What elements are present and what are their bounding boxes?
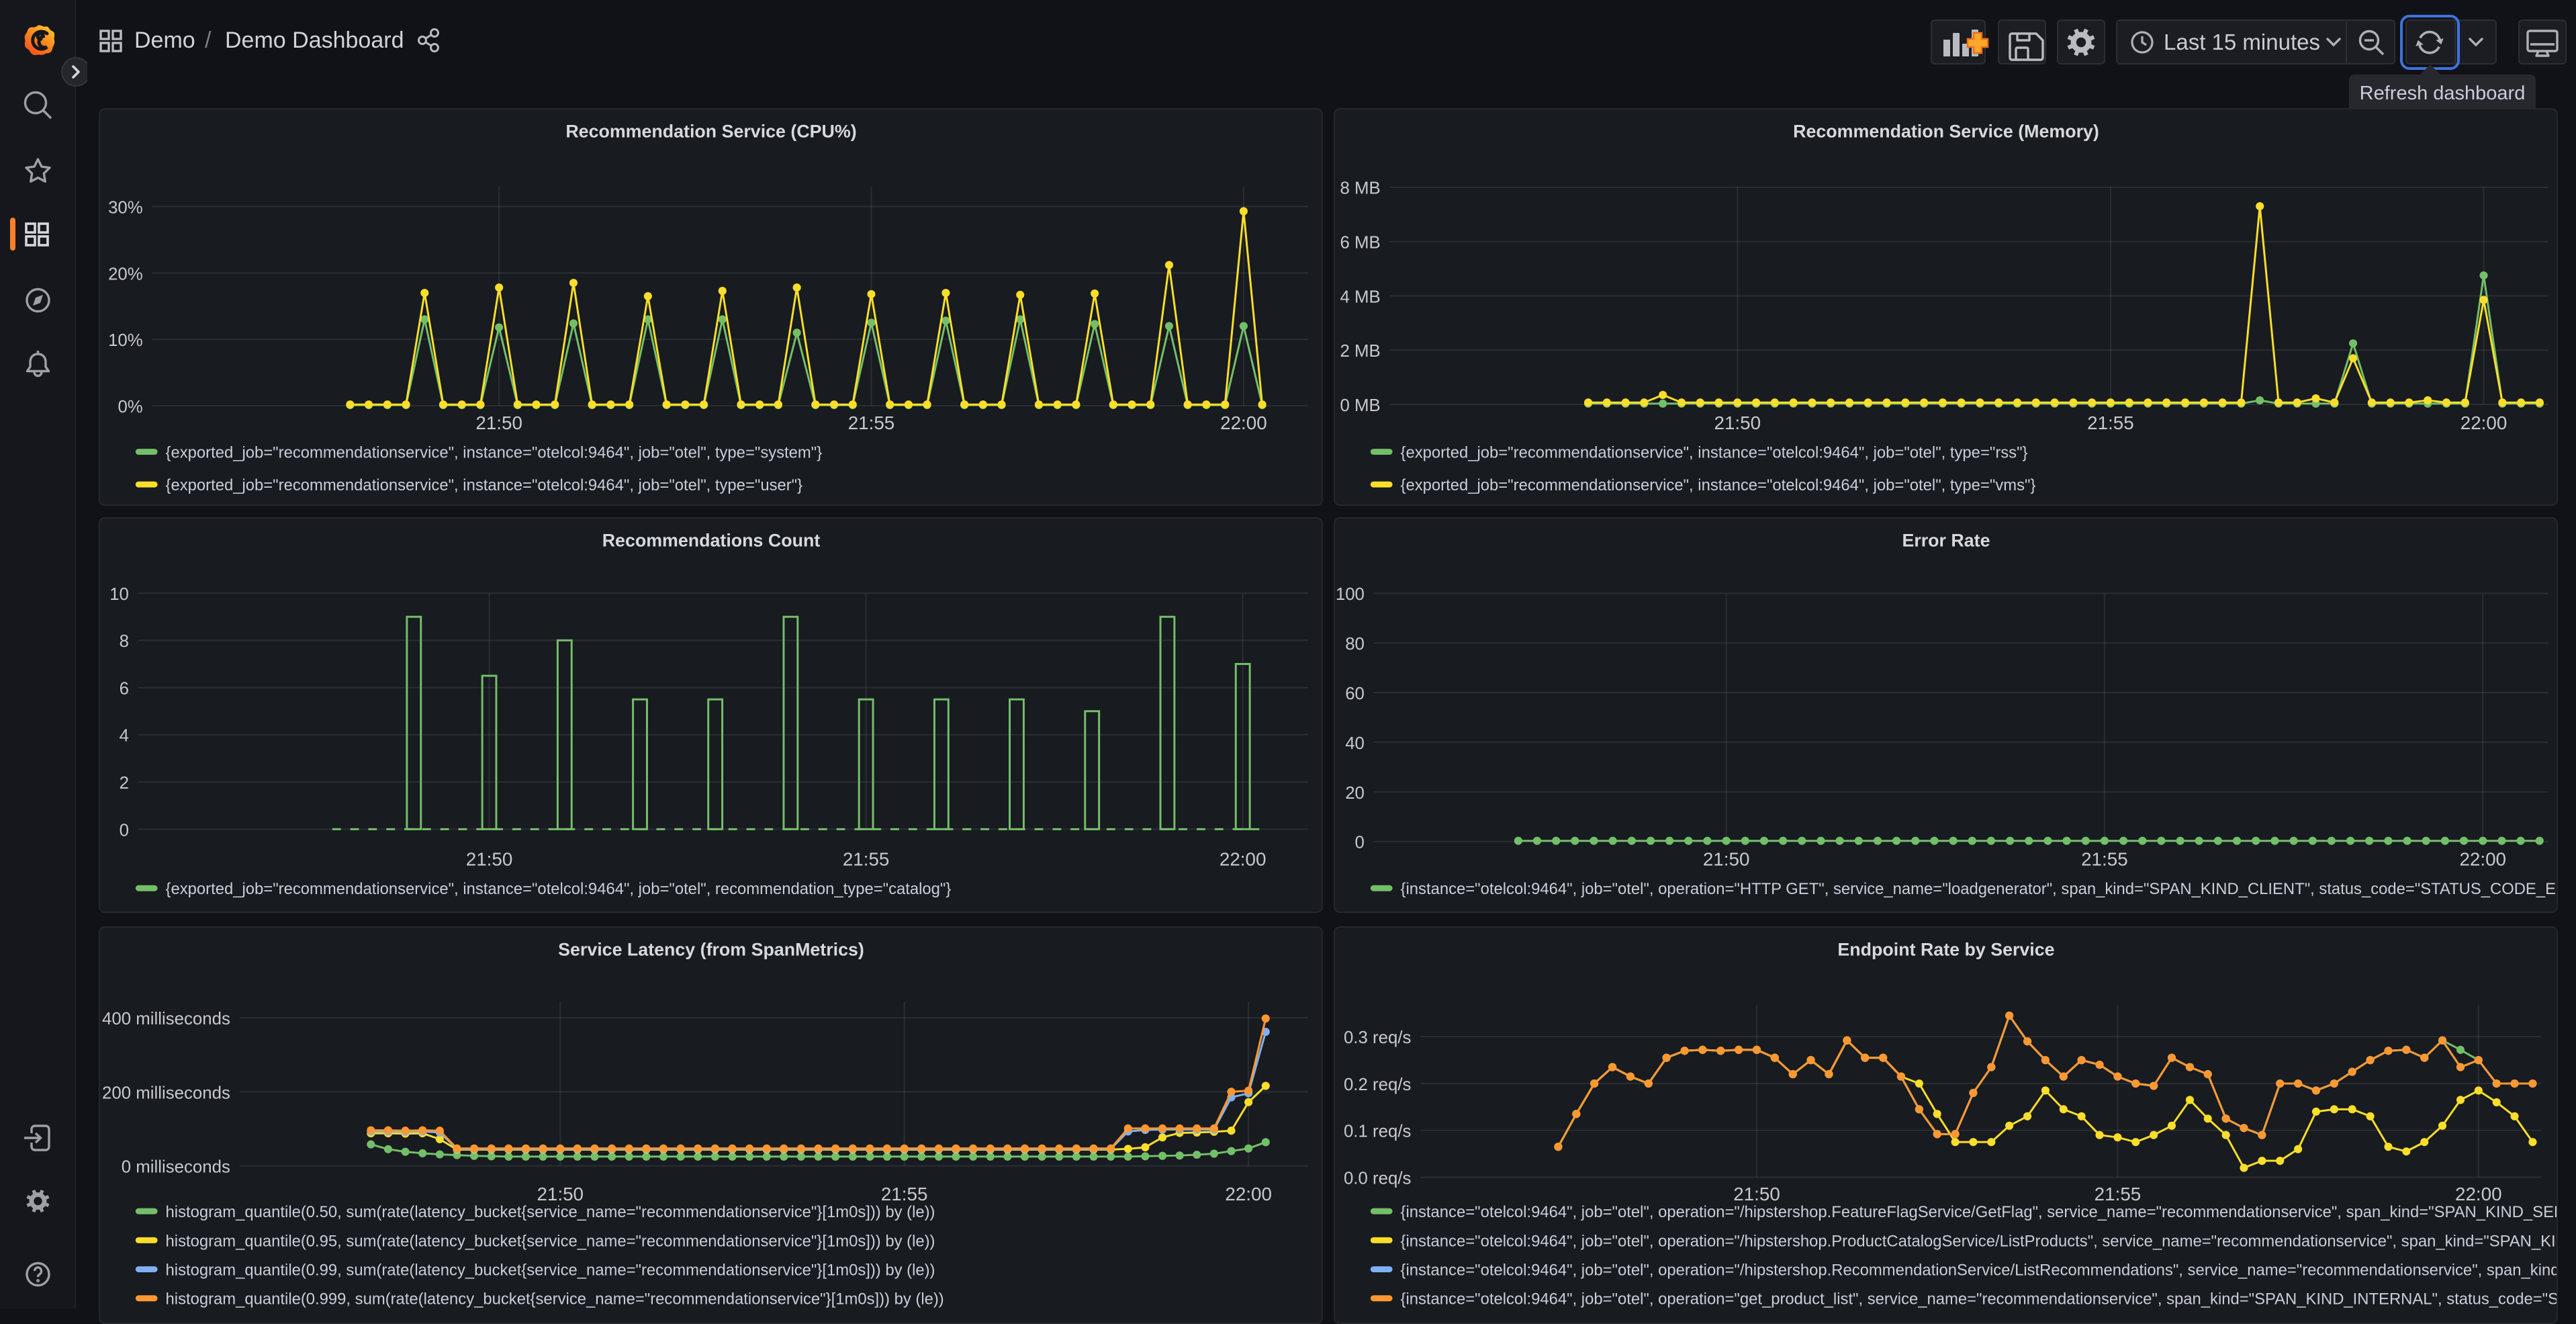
svg-text:21:55: 21:55 <box>2087 412 2134 433</box>
svg-text:{exported_job="recommendations: {exported_job="recommendationservice", i… <box>1401 476 2036 494</box>
svg-text:Demo: Demo <box>134 28 195 53</box>
svg-text:40: 40 <box>1345 734 1365 753</box>
svg-text:0.3 req/s: 0.3 req/s <box>1344 1028 1411 1047</box>
svg-text:21:50: 21:50 <box>1714 412 1761 433</box>
svg-text:0%: 0% <box>118 398 142 416</box>
svg-text:0: 0 <box>1355 834 1365 852</box>
svg-text:/: / <box>205 28 212 53</box>
svg-text:Endpoint Rate by Service: Endpoint Rate by Service <box>1837 940 2054 960</box>
svg-text:{exported_job="recommendations: {exported_job="recommendationservice", i… <box>166 880 952 898</box>
svg-text:21:55: 21:55 <box>2095 1184 2142 1204</box>
svg-text:2 MB: 2 MB <box>1340 342 1380 361</box>
svg-text:10: 10 <box>109 585 129 604</box>
svg-text:{exported_job="recommendations: {exported_job="recommendationservice", i… <box>1401 443 2028 461</box>
svg-text:histogram_quantile(0.95, sum(r: histogram_quantile(0.95, sum(rate(latenc… <box>166 1232 935 1250</box>
svg-text:Recommendation Service (Memory: Recommendation Service (Memory) <box>1793 122 2099 142</box>
svg-text:20: 20 <box>1345 784 1365 803</box>
svg-text:Recommendations Count: Recommendations Count <box>602 531 821 551</box>
svg-text:21:50: 21:50 <box>466 848 513 869</box>
svg-text:21:50: 21:50 <box>1733 1184 1780 1204</box>
svg-text:21:55: 21:55 <box>881 1184 928 1204</box>
svg-text:{exported_job="recommendations: {exported_job="recommendationservice", i… <box>166 476 803 494</box>
svg-text:21:55: 21:55 <box>848 412 895 433</box>
svg-text:22:00: 22:00 <box>1225 1184 1272 1204</box>
svg-text:8 MB: 8 MB <box>1340 179 1380 198</box>
svg-text:4 MB: 4 MB <box>1340 288 1380 306</box>
svg-text:Service Latency (from SpanMetr: Service Latency (from SpanMetrics) <box>558 940 864 960</box>
svg-text:histogram_quantile(0.50, sum(r: histogram_quantile(0.50, sum(rate(latenc… <box>166 1203 935 1221</box>
svg-text:21:50: 21:50 <box>475 412 522 433</box>
svg-text:Demo Dashboard: Demo Dashboard <box>225 28 404 53</box>
svg-text:400 milliseconds: 400 milliseconds <box>102 1010 230 1028</box>
svg-text:4: 4 <box>120 727 129 746</box>
svg-text:100: 100 <box>1336 585 1365 604</box>
svg-text:0: 0 <box>120 821 129 840</box>
svg-text:{exported_job="recommendations: {exported_job="recommendationservice", i… <box>166 443 823 461</box>
svg-text:{instance="otelcol:9464", job=: {instance="otelcol:9464", job="otel", op… <box>1401 1290 2558 1309</box>
svg-text:21:50: 21:50 <box>537 1184 584 1204</box>
svg-text:10%: 10% <box>108 331 143 350</box>
svg-text:60: 60 <box>1345 685 1365 703</box>
svg-text:{instance="otelcol:9464", job=: {instance="otelcol:9464", job="otel", op… <box>1401 1261 2558 1279</box>
svg-text:Last 15 minutes: Last 15 minutes <box>2164 30 2320 54</box>
svg-text:21:50: 21:50 <box>1703 848 1750 869</box>
svg-text:200 milliseconds: 200 milliseconds <box>102 1084 230 1102</box>
svg-text:20%: 20% <box>108 265 143 283</box>
svg-text:{instance="otelcol:9464", job=: {instance="otelcol:9464", job="otel", op… <box>1401 1203 2558 1221</box>
svg-text:{instance="otelcol:9464", job=: {instance="otelcol:9464", job="otel", op… <box>1401 880 2558 898</box>
svg-text:30%: 30% <box>108 198 143 217</box>
svg-text:0 milliseconds: 0 milliseconds <box>122 1158 230 1177</box>
svg-text:Error Rate: Error Rate <box>1902 531 1990 551</box>
svg-text:6: 6 <box>120 680 129 699</box>
svg-text:22:00: 22:00 <box>1220 412 1267 433</box>
svg-text:6 MB: 6 MB <box>1340 233 1380 252</box>
svg-text:histogram_quantile(0.99, sum(r: histogram_quantile(0.99, sum(rate(latenc… <box>166 1261 935 1279</box>
svg-text:22:00: 22:00 <box>1220 848 1267 869</box>
svg-text:{instance="otelcol:9464", job=: {instance="otelcol:9464", job="otel", op… <box>1401 1232 2558 1250</box>
svg-text:21:55: 21:55 <box>843 848 890 869</box>
svg-text:8: 8 <box>120 632 129 651</box>
svg-text:22:00: 22:00 <box>2459 848 2506 869</box>
svg-text:0.1 req/s: 0.1 req/s <box>1344 1122 1411 1141</box>
svg-text:21:55: 21:55 <box>2081 848 2128 869</box>
svg-text:0.0 req/s: 0.0 req/s <box>1344 1169 1411 1188</box>
svg-text:0 MB: 0 MB <box>1340 396 1380 415</box>
svg-text:histogram_quantile(0.999, sum(: histogram_quantile(0.999, sum(rate(laten… <box>166 1290 944 1309</box>
svg-text:Recommendation Service (CPU%): Recommendation Service (CPU%) <box>565 122 856 142</box>
svg-text:22:00: 22:00 <box>2460 412 2508 433</box>
svg-text:2: 2 <box>120 774 129 793</box>
svg-text:80: 80 <box>1345 635 1365 654</box>
svg-text:22:00: 22:00 <box>2455 1184 2502 1204</box>
svg-text:0.2 req/s: 0.2 req/s <box>1344 1075 1411 1094</box>
